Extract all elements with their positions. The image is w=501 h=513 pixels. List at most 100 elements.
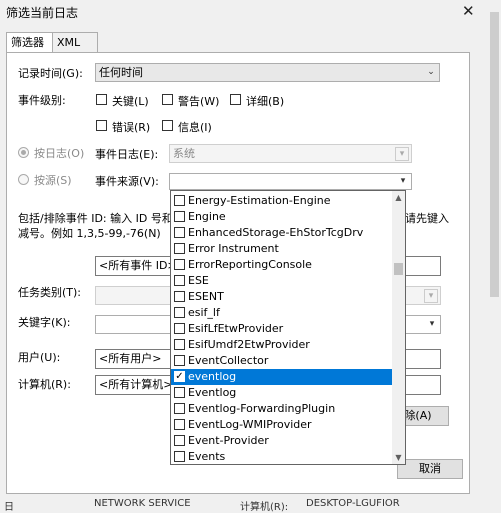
list-item[interactable]: esif_lf (171, 305, 393, 321)
list-item[interactable]: Energy-Estimation-Engine (171, 193, 393, 209)
list-item[interactable]: Eventlog (171, 385, 393, 401)
item-checkbox[interactable] (174, 387, 185, 398)
user-value: <所有用户> (99, 352, 162, 365)
item-label: eventlog (188, 370, 237, 383)
list-item[interactable]: Eventlog-ForwardingPlugin (171, 401, 393, 417)
logged-label: 记录时间(G): (18, 67, 83, 80)
event-sources-label: 事件来源(V): (95, 175, 159, 188)
item-label: Event-Provider (188, 434, 269, 447)
error-label: 错误(R) (112, 121, 151, 134)
list-item[interactable]: ErrorReportingConsole (171, 257, 393, 273)
error-checkbox[interactable] (96, 120, 107, 131)
list-item[interactable]: ESENT (171, 289, 393, 305)
cancel-button[interactable]: 取消 (397, 459, 463, 479)
close-icon[interactable]: ✕ (462, 2, 475, 20)
item-checkbox[interactable] (174, 259, 185, 270)
verbose-checkbox[interactable] (230, 94, 241, 105)
item-checkbox[interactable] (174, 419, 185, 430)
by-log-label: 按日志(O) (34, 147, 85, 160)
scroll-down-icon[interactable]: ▼ (392, 451, 405, 464)
scroll-thumb[interactable] (394, 263, 403, 275)
scroll-thumb[interactable] (490, 12, 499, 297)
computer-label: 计算机(R): (18, 378, 71, 391)
event-logs-label: 事件日志(E): (95, 148, 159, 161)
event-ids-value: <所有事件 ID> (99, 259, 177, 272)
warning-label: 警告(W) (178, 95, 220, 108)
item-label: EventCollector (188, 354, 269, 367)
item-label: ESENT (188, 290, 224, 303)
item-checkbox[interactable] (174, 227, 185, 238)
tab-filter[interactable]: 筛选器 (6, 32, 56, 54)
item-checkbox[interactable] (174, 275, 185, 286)
warning-checkbox[interactable] (162, 94, 173, 105)
item-label: ErrorReportingConsole (188, 258, 312, 271)
list-item[interactable]: ESE (171, 273, 393, 289)
include-exclude-hint: 包括/排除事件 ID: 输入 ID 号和 (18, 212, 173, 225)
event-logs-value: 系统 (173, 147, 195, 160)
bg-cell-4: DESKTOP-LGUFIOR (306, 498, 400, 509)
item-checkbox[interactable] (174, 291, 185, 302)
verbose-label: 详细(B) (246, 95, 285, 108)
item-checkbox[interactable] (174, 243, 185, 254)
include-exclude-example: 减号。例如 1,3,5-99,-76(N) (18, 227, 161, 240)
item-checkbox[interactable] (174, 195, 185, 206)
by-log-radio[interactable] (18, 147, 29, 158)
critical-label: 关键(L) (112, 95, 149, 108)
list-item[interactable]: EsifLfEtwProvider (171, 321, 393, 337)
item-checkbox[interactable] (174, 451, 185, 462)
item-label: EsifLfEtwProvider (188, 322, 284, 335)
bg-cell-2: NETWORK SERVICE (94, 498, 191, 509)
bg-cell-1: 日 (4, 502, 14, 513)
item-label: EnhancedStorage-EhStorTcgDrv (188, 226, 364, 239)
item-checkbox[interactable] (174, 307, 185, 318)
bg-cell-3: 计算机(R): (240, 502, 289, 513)
event-logs-combo[interactable]: 系统 ▾ (169, 144, 412, 163)
window-scrollbar[interactable] (488, 0, 501, 500)
chevron-down-icon: ▾ (429, 319, 435, 329)
item-label: ESE (188, 274, 209, 287)
window-title: 筛选当前日志 (6, 6, 79, 20)
chevron-down-icon: ▾ (424, 289, 438, 303)
chevron-down-icon: ▾ (400, 176, 406, 186)
item-checkbox[interactable] (174, 323, 185, 334)
information-label: 信息(I) (178, 121, 212, 134)
item-checkbox[interactable] (174, 211, 185, 222)
computer-value: <所有计算机> (99, 378, 173, 391)
item-label: EsifUmdf2EtwProvider (188, 338, 310, 351)
chevron-down-icon: ⌄ (427, 67, 435, 77)
list-item[interactable]: EventLog-WMIProvider (171, 417, 393, 433)
by-source-radio[interactable] (18, 174, 29, 185)
event-sources-combo[interactable]: ▾ (169, 173, 412, 190)
background-event-row: 日 NETWORK SERVICE 计算机(R): DESKTOP-LGUFIO… (0, 498, 501, 513)
item-label: Eventlog-ForwardingPlugin (188, 402, 336, 415)
item-checkbox[interactable] (174, 435, 185, 446)
critical-checkbox[interactable] (96, 94, 107, 105)
scroll-up-icon[interactable]: ▲ (392, 191, 405, 204)
event-sources-dropdown[interactable]: Energy-Estimation-Engine Engine Enhanced… (170, 190, 406, 465)
list-item[interactable]: EnhancedStorage-EhStorTcgDrv (171, 225, 393, 241)
item-label: EventLog-WMIProvider (188, 418, 312, 431)
list-item[interactable]: Error Instrument (171, 241, 393, 257)
keywords-label: 关键字(K): (18, 316, 71, 329)
user-label: 用户(U): (18, 351, 61, 364)
list-item[interactable]: Events (171, 449, 393, 465)
chevron-down-icon: ▾ (395, 147, 409, 161)
item-label: esif_lf (188, 306, 220, 319)
tab-xml[interactable]: XML (52, 32, 98, 53)
list-item[interactable]: Engine (171, 209, 393, 225)
by-source-label: 按源(S) (34, 174, 72, 187)
list-item[interactable]: EventCollector (171, 353, 393, 369)
item-checkbox[interactable] (174, 355, 185, 366)
item-checkbox-checked[interactable]: ✓ (174, 371, 185, 382)
item-checkbox[interactable] (174, 403, 185, 414)
information-checkbox[interactable] (162, 120, 173, 131)
logged-combo[interactable]: 任何时间 ⌄ (95, 63, 440, 82)
list-item-selected[interactable]: ✓ eventlog (171, 369, 393, 385)
item-label: Energy-Estimation-Engine (188, 194, 331, 207)
item-label: Events (188, 450, 226, 463)
dropdown-scrollbar[interactable]: ▲ ▼ (392, 191, 405, 464)
list-item[interactable]: Event-Provider (171, 433, 393, 449)
item-checkbox[interactable] (174, 339, 185, 350)
event-level-label: 事件级别: (18, 94, 66, 107)
list-item[interactable]: EsifUmdf2EtwProvider (171, 337, 393, 353)
